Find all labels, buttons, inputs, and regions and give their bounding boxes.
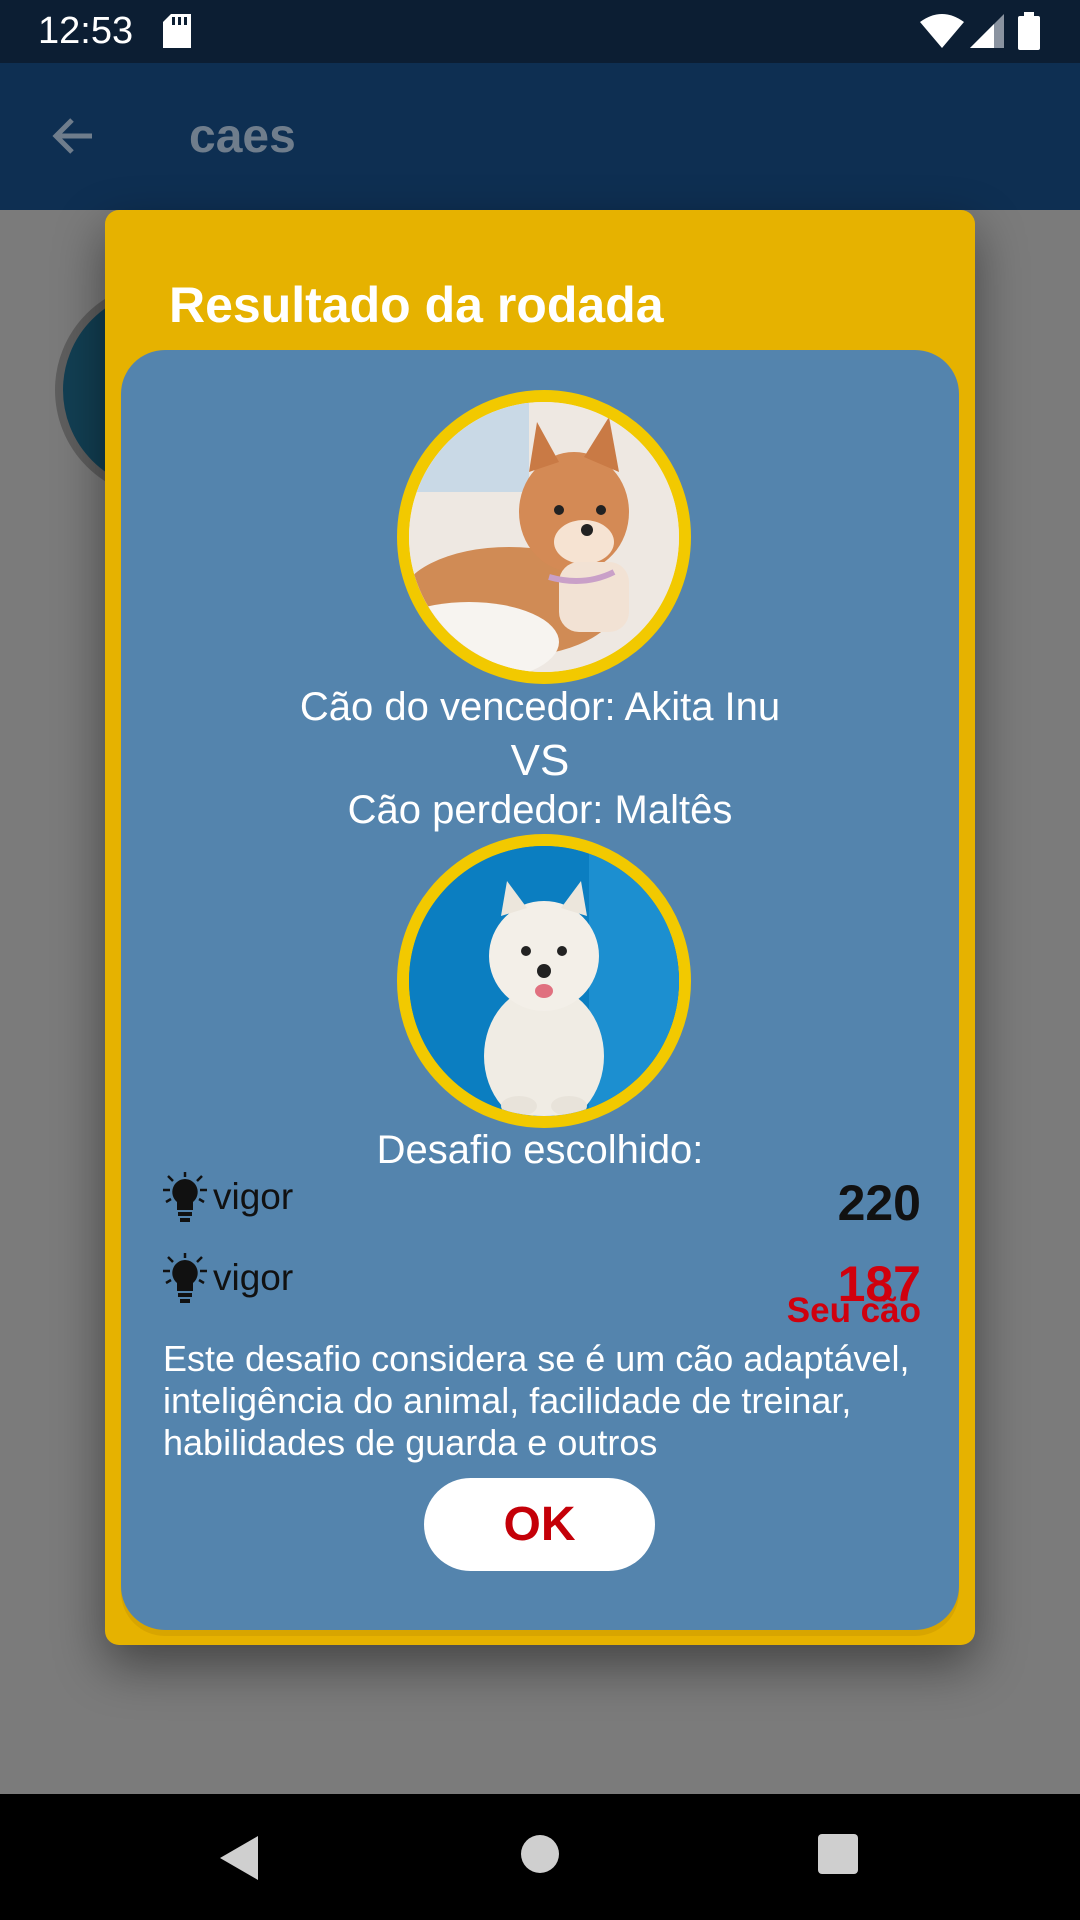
attribute-label: vigor	[213, 1176, 294, 1217]
attribute-row: vigor 220	[161, 1172, 921, 1232]
loser-dog-photo	[397, 834, 691, 1128]
signal-icon	[970, 14, 1004, 53]
app-bar: caes	[0, 63, 1080, 210]
sd-card-icon	[163, 14, 191, 53]
status-time: 12:53	[38, 10, 134, 52]
loser-text: Cão perdedor: Maltês	[347, 788, 733, 832]
challenge-label: Desafio escolhido:	[376, 1128, 704, 1172]
vs-text: VS	[510, 736, 570, 785]
app-title: caes	[189, 110, 296, 163]
challenge-description: Este desafio considera se é um cão adapt…	[163, 1338, 910, 1463]
wifi-icon	[920, 14, 964, 53]
dialog-title: Resultado da rodada	[169, 277, 664, 333]
winner-attribute-value: 220	[837, 1175, 921, 1231]
nav-home-icon[interactable]	[520, 1834, 560, 1879]
winner-text: Cão do vencedor: Akita Inu	[299, 685, 781, 729]
navigation-bar	[0, 1794, 1080, 1920]
status-bar: 12:53	[0, 0, 1080, 63]
arrow-left-icon[interactable]	[48, 111, 98, 166]
your-dog-label: Seu cão	[786, 1291, 921, 1330]
winner-dog-photo	[397, 390, 691, 684]
lightbulb-icon	[161, 1253, 209, 1310]
battery-icon	[1018, 12, 1040, 55]
ok-button[interactable]: OK	[424, 1478, 655, 1571]
dialog-body: Cão do vencedor: Akita Inu VS Cão perded…	[121, 350, 959, 1630]
nav-recents-icon[interactable]	[818, 1834, 858, 1879]
attribute-label: vigor	[213, 1257, 294, 1298]
lightbulb-icon	[161, 1172, 209, 1229]
result-dialog: Resultado da rodada Cão do vencedor: Aki…	[105, 210, 975, 1645]
nav-back-icon[interactable]	[216, 1834, 260, 1887]
